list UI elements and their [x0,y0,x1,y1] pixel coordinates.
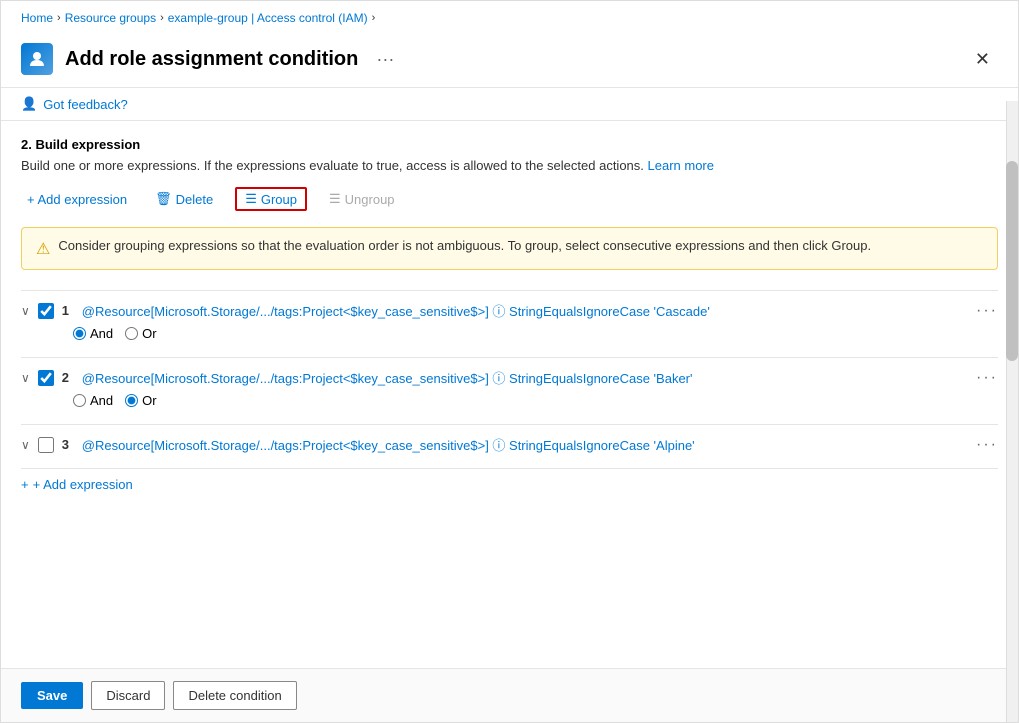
breadcrumb-resource-groups[interactable]: Resource groups [65,11,156,25]
breadcrumb-home[interactable]: Home [21,11,53,25]
add-expression-link[interactable]: + + Add expression [21,468,998,500]
ungroup-button[interactable]: ☰ Ungroup [323,187,401,211]
group-icon: ☰ [245,191,257,207]
expression-code-3[interactable]: @Resource[Microsoft.Storage/.../tags:Pro… [82,435,968,454]
footer: Save Discard Delete condition [1,668,1018,722]
section-title: 2. Build expression [21,137,998,152]
panel-icon [21,43,53,75]
chevron-3[interactable]: ∨ [21,438,30,452]
expression-row-3: ∨ 3 @Resource[Microsoft.Storage/.../tags… [21,424,998,464]
feedback-icon: 👤 [21,96,37,112]
checkbox-2[interactable] [38,370,54,386]
expression-row-1: ∨ 1 @Resource[Microsoft.Storage/.../tags… [21,290,998,357]
feedback-bar[interactable]: 👤 Got feedback? [1,88,1018,121]
or-label-2[interactable]: Or [125,393,156,408]
scrollbar[interactable] [1006,101,1018,722]
warning-icon: ⚠ [36,239,50,259]
save-button[interactable]: Save [21,682,83,709]
checkbox-1[interactable] [38,303,54,319]
expression-options-3[interactable]: ··· [976,436,998,454]
header-options-button[interactable]: ··· [370,47,400,72]
and-radio-1[interactable] [73,327,86,340]
connector-row-2: And Or [21,387,998,414]
or-label-1[interactable]: Or [125,326,156,341]
ungroup-icon: ☰ [329,191,341,207]
and-radio-2[interactable] [73,394,86,407]
add-expression-button[interactable]: + Add expression [21,188,133,211]
delete-icon: 🗑 [155,191,172,207]
expression-row-2: ∨ 2 @Resource[Microsoft.Storage/.../tags… [21,357,998,424]
warning-text: Consider grouping expressions so that th… [58,238,871,253]
main-panel: Home › Resource groups › example-group |… [0,0,1019,723]
delete-condition-button[interactable]: Delete condition [173,681,296,710]
chevron-1[interactable]: ∨ [21,304,30,318]
group-button[interactable]: ☰ Group [235,187,307,211]
expression-options-2[interactable]: ··· [976,369,998,387]
and-label-1[interactable]: And [73,326,113,341]
and-label-2[interactable]: And [73,393,113,408]
plus-icon: + [21,477,29,492]
or-radio-2[interactable] [125,394,138,407]
breadcrumb-access-control[interactable]: example-group | Access control (IAM) [168,11,368,25]
discard-button[interactable]: Discard [91,681,165,710]
connector-row-1: And Or [21,320,998,347]
feedback-label: Got feedback? [43,97,128,112]
delete-button[interactable]: 🗑 Delete [149,187,219,211]
checkbox-3[interactable] [38,437,54,453]
expression-code-2[interactable]: @Resource[Microsoft.Storage/.../tags:Pro… [82,368,968,387]
expression-toolbar: + Add expression 🗑 Delete ☰ Group ☰ Ungr… [21,187,998,211]
expression-code-1[interactable]: @Resource[Microsoft.Storage/.../tags:Pro… [82,301,968,320]
expression-options-1[interactable]: ··· [976,302,998,320]
section-description: Build one or more expressions. If the ex… [21,158,998,173]
learn-more-link[interactable]: Learn more [648,158,714,173]
close-button[interactable]: ✕ [967,46,998,72]
content-area: 2. Build expression Build one or more ex… [1,121,1018,668]
or-radio-1[interactable] [125,327,138,340]
scrollbar-thumb[interactable] [1006,161,1018,361]
panel-header: Add role assignment condition ··· ✕ [1,35,1018,88]
chevron-2[interactable]: ∨ [21,371,30,385]
breadcrumb: Home › Resource groups › example-group |… [1,1,1018,35]
page-title: Add role assignment condition [65,48,358,71]
warning-box: ⚠ Consider grouping expressions so that … [21,227,998,270]
